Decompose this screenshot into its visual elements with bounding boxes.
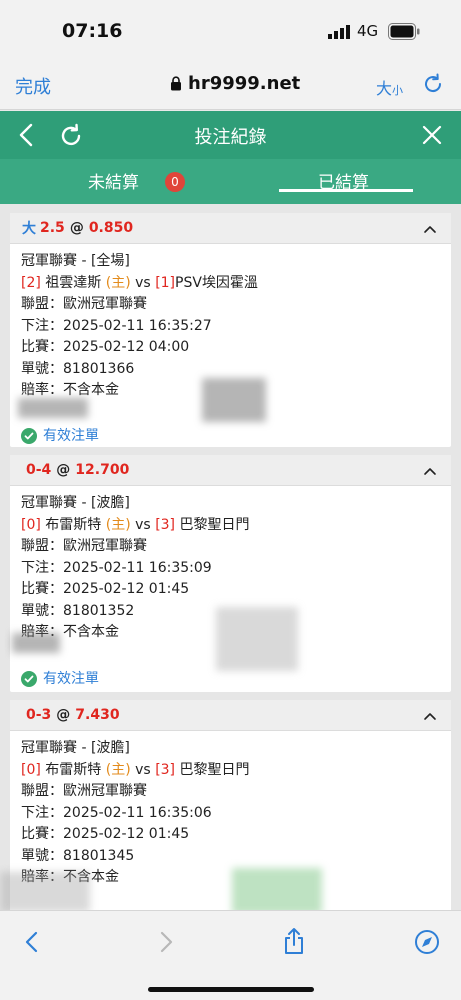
bet-league: 聯盟：歐洲冠軍聯賽 [21,538,147,554]
redaction-blur [232,868,322,910]
status-bar: 07:16 4G [0,0,461,62]
away-team: PSV埃因霍溫 [175,274,258,291]
bet-at: @ [56,707,71,723]
bet-league: 聯盟：歐洲冠軍聯賽 [21,296,147,312]
home-indicator [148,987,314,992]
forward-icon[interactable] [156,931,176,953]
bet-matchup: [0] 布雷斯特 (主) vs [3] 巴黎聖日門 [21,515,440,537]
bet-odds: 12.700 [75,462,130,478]
network-type: 4G [357,22,379,40]
bet-league-line: 冠軍聯賽 - [全場] [21,253,130,269]
text-size-small: 小 [392,84,404,97]
home-team: 布雷斯特 [45,516,102,533]
address-bar[interactable]: hr9999.net [170,73,300,94]
away-score: [3] [155,761,176,778]
bet-list[interactable]: 大 2.5 @ 0.850 冠軍聯賽 - [全場] [2] 祖雲達斯 (主) v… [0,204,461,910]
bet-line: 0-4 [26,462,52,478]
redaction-blur [0,872,90,910]
chevron-up-icon[interactable] [423,464,437,478]
away-team: 巴黎聖日門 [179,761,250,778]
home-score: [0] [21,516,41,533]
home-tag: (主) [105,516,131,533]
bet-at: @ [69,220,84,236]
app-header: 投注紀錄 [0,111,461,159]
done-button[interactable]: 完成 [15,73,51,99]
bet-ticket-number: 單號：81801366 [21,360,135,377]
vs-label: vs [135,516,151,533]
battery-icon [388,23,420,40]
home-team: 祖雲達斯 [45,274,102,291]
bet-card-header[interactable]: 大 2.5 @ 0.850 [10,213,451,244]
tab-unsettled[interactable]: 未結算 [88,168,139,193]
bet-card: 0-4 @ 12.700 冠軍聯賽 - [波膽] [0] 布雷斯特 (主) vs… [10,455,451,692]
bet-tabs: 未結算 0 已結算 [0,159,461,204]
page-title: 投注紀錄 [194,127,267,148]
bet-line: 0-3 [26,707,52,723]
home-score: [2] [21,274,41,291]
url-text: hr9999.net [188,73,301,94]
share-icon[interactable] [283,927,305,955]
home-tag: (主) [105,274,131,291]
bet-match-time: 比賽：2025-02-12 01:45 [21,826,190,842]
bet-placed-time: 下注：2025-02-11 16:35:27 [21,317,212,334]
redaction-blur [202,378,266,422]
active-tab-indicator [279,189,413,192]
redaction-blur [12,633,60,653]
bet-market: 大 [22,221,36,237]
bet-odds: 7.430 [75,707,120,723]
bet-card-header[interactable]: 0-3 @ 7.430 [10,700,451,731]
bet-status-label: 有效注單 [43,670,99,687]
bet-odds: 0.850 [88,220,134,236]
chevron-up-icon[interactable] [423,222,437,236]
status-time: 07:16 [62,20,123,42]
bet-details: 冠軍聯賽 - [全場] [2] 祖雲達斯 (主) vs [1]PSV埃因霍溫 聯… [10,244,451,455]
back-icon[interactable] [22,931,42,953]
compass-icon[interactable] [414,929,440,955]
bet-card-header[interactable]: 0-4 @ 12.700 [10,455,451,486]
bet-card: 0-3 @ 7.430 冠軍聯賽 - [波膽] [0] 布雷斯特 (主) vs … [0,700,451,910]
bet-matchup: [0] 布雷斯特 (主) vs [3] 巴黎聖日門 [21,760,440,782]
away-team: 巴黎聖日門 [179,516,250,533]
vs-label: vs [135,274,151,291]
reload-icon[interactable] [421,72,445,96]
bet-league-line: 冠軍聯賽 - [波膽] [21,740,130,756]
redaction-blur [18,398,88,418]
text-size-button[interactable]: 大小 [376,75,403,99]
home-score: [0] [21,761,41,778]
bet-ticket-number: 單號：81801345 [21,847,135,864]
bet-card: 大 2.5 @ 0.850 冠軍聯賽 - [全場] [2] 祖雲達斯 (主) v… [10,213,451,447]
check-circle-icon [21,428,37,445]
bet-status-label: 有效注單 [43,427,99,444]
away-score: [3] [155,516,176,533]
home-team: 布雷斯特 [45,761,102,778]
bet-league: 聯盟：歐洲冠軍聯賽 [21,783,147,799]
browser-bar: 完成 hr9999.net 大小 [0,62,461,110]
bet-placed-time: 下注：2025-02-11 16:35:09 [21,559,212,576]
signal-icon [328,25,350,39]
home-tag: (主) [105,761,131,778]
bet-status: 有效注單 [21,669,440,691]
lock-icon [171,76,181,91]
bet-match-time: 比賽：2025-02-12 04:00 [21,339,190,355]
unsettled-count-badge: 0 [165,172,185,192]
bet-league-line: 冠軍聯賽 - [波膽] [21,495,130,511]
bet-line: 2.5 [40,220,65,236]
bet-matchup: [2] 祖雲達斯 (主) vs [1]PSV埃因霍溫 [21,273,440,295]
bet-match-time: 比賽：2025-02-12 01:45 [21,581,190,597]
close-icon[interactable] [420,123,444,147]
bet-status: 有效注單 [21,426,440,448]
redaction-blur [216,607,298,671]
vs-label: vs [135,761,151,778]
chevron-up-icon[interactable] [423,709,437,723]
bet-at: @ [56,462,71,478]
away-score: [1] [155,274,176,291]
bet-placed-time: 下注：2025-02-11 16:35:06 [21,804,212,821]
check-circle-icon [21,671,37,688]
text-size-large: 大 [376,79,393,98]
